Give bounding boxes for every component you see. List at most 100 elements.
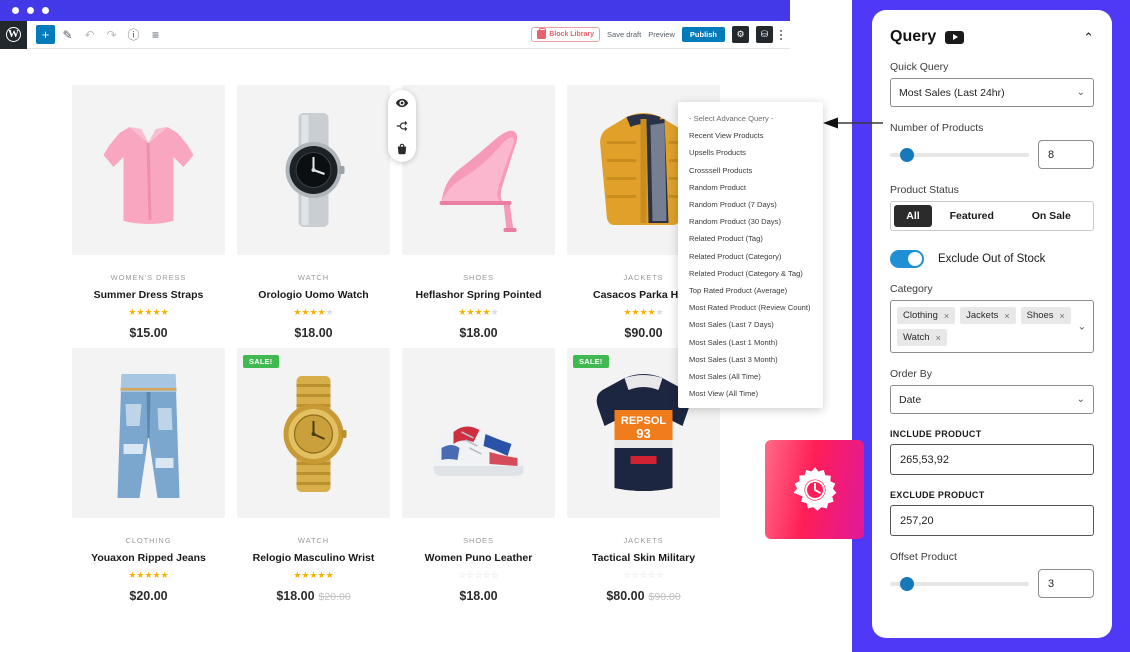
product-card[interactable]: WOMEN'S DRESS Summer Dress Straps ★★★★★ …	[72, 85, 225, 340]
redo-button[interactable]: ↷	[102, 25, 121, 44]
dropdown-option[interactable]: Related Product (Category)	[678, 248, 823, 265]
info-button[interactable]: ⓘ	[124, 25, 143, 44]
pink-heel-image	[403, 85, 554, 255]
dropdown-option[interactable]: Most Sales (Last 7 Days)	[678, 316, 823, 333]
advance-query-dropdown[interactable]: - Select Advance Query - Recent View Pro…	[678, 102, 823, 409]
product-card[interactable]: WATCH Orologio Uomo Watch ★★★★★ $18.00	[237, 85, 416, 340]
product-category: CLOTHING	[125, 536, 172, 545]
chip-remove-icon[interactable]: ×	[936, 333, 941, 343]
window-dot-minimize[interactable]	[27, 7, 34, 14]
price-current: $18.00	[276, 589, 315, 603]
slider-knob[interactable]	[899, 576, 914, 591]
number-of-products-slider[interactable]	[890, 147, 1029, 162]
product-category: WATCH	[297, 273, 330, 282]
slider-knob[interactable]	[899, 147, 914, 162]
status-option-on-sale[interactable]: On Sale	[1012, 210, 1092, 222]
quick-view-eye-icon[interactable]	[395, 96, 409, 110]
chevron-up-icon[interactable]: ⌃	[1083, 31, 1094, 44]
product-name[interactable]: Relogio Masculino Wrist	[237, 552, 390, 564]
category-multiselect[interactable]: Clothing × Jackets × Shoes × Watch × ⌄	[890, 300, 1094, 353]
window-dot-close[interactable]	[12, 7, 19, 14]
number-of-products-input[interactable]: 8	[1038, 140, 1094, 169]
product-category: SHOES	[463, 273, 494, 282]
chevron-down-icon[interactable]: ⌄	[1078, 321, 1086, 332]
dropdown-option[interactable]: Random Product (30 Days)	[678, 213, 823, 230]
edit-pen-button[interactable]: ✎	[58, 25, 77, 44]
product-rating: ★★★★★	[128, 570, 169, 580]
dropdown-option[interactable]: Top Rated Product (Average)	[678, 282, 823, 299]
dropdown-option[interactable]: Most Rated Product (Review Count)	[678, 299, 823, 316]
product-price: $80.00 $90.00	[567, 589, 720, 603]
chip-label: Shoes	[1026, 310, 1054, 321]
product-name[interactable]: Women Puno Leather	[402, 552, 555, 564]
exclude-product-input[interactable]: 257,20	[890, 505, 1094, 536]
product-price: $18.00 $20.00	[237, 589, 390, 603]
offset-product-slider[interactable]	[890, 576, 1029, 591]
save-draft-button[interactable]: Save draft	[607, 30, 641, 39]
dropdown-option[interactable]: Random Product	[678, 179, 823, 196]
settings-gear-icon[interactable]: ⚙	[732, 26, 749, 43]
dropdown-option[interactable]: Random Product (7 Days)	[678, 196, 823, 213]
product-image[interactable]	[402, 85, 555, 255]
product-name[interactable]: Summer Dress Straps	[72, 289, 225, 301]
add-to-cart-basket-icon[interactable]	[395, 142, 409, 156]
sneakers-image	[403, 348, 554, 518]
category-chip[interactable]: Watch ×	[897, 329, 947, 346]
product-category: SHOES	[463, 536, 494, 545]
product-card[interactable]: CLOTHING Youaxon Ripped Jeans ★★★★★ $20.…	[72, 348, 225, 603]
quick-query-select[interactable]: Most Sales (Last 24hr) ⌄	[890, 78, 1094, 107]
dropdown-option[interactable]: Most Sales (Last 3 Month)	[678, 351, 823, 368]
product-card[interactable]: SALE! WATCH Relogio Masculino Wrist ★★★★…	[237, 348, 390, 603]
youtube-play-icon[interactable]	[945, 30, 965, 44]
product-name[interactable]: Tactical Skin Military	[567, 552, 720, 564]
category-chip[interactable]: Jackets ×	[960, 307, 1016, 324]
product-card[interactable]: SHOES Heflashor Spring Pointed ★★★★★ $18…	[402, 85, 555, 340]
preview-button[interactable]: Preview	[648, 30, 675, 39]
dropdown-option[interactable]: Crosssell Products	[678, 162, 823, 179]
dropdown-option[interactable]: Most View (All Time)	[678, 385, 823, 402]
category-chip[interactable]: Shoes ×	[1020, 307, 1071, 324]
compare-shuffle-icon[interactable]	[395, 119, 409, 133]
offset-product-input[interactable]: 3	[1038, 569, 1094, 598]
window-dot-maximize[interactable]	[42, 7, 49, 14]
chip-remove-icon[interactable]: ×	[1004, 311, 1009, 321]
list-view-button[interactable]: ≡	[146, 25, 165, 44]
exclude-out-of-stock-toggle[interactable]	[890, 250, 924, 268]
include-product-label: INCLUDE PRODUCT	[890, 429, 982, 439]
dropdown-option[interactable]: Recent View Products	[678, 127, 823, 144]
cart-icon[interactable]: ⛁	[756, 26, 773, 43]
product-status-label: Product Status	[890, 184, 959, 196]
dropdown-option[interactable]: Most Sales (All Time)	[678, 368, 823, 385]
product-image[interactable]	[72, 348, 225, 518]
block-library-button[interactable]: Block Library	[531, 27, 601, 42]
product-name[interactable]: Youaxon Ripped Jeans	[72, 552, 225, 564]
product-image[interactable]	[237, 85, 390, 255]
undo-button[interactable]: ↶	[80, 25, 99, 44]
dropdown-option[interactable]: Related Product (Tag)	[678, 230, 823, 247]
product-category: WATCH	[297, 536, 330, 545]
status-option-all[interactable]: All	[894, 205, 932, 227]
number-of-products-label: Number of Products	[890, 122, 984, 134]
publish-button[interactable]: Publish	[681, 27, 725, 42]
connector-arrow	[823, 117, 883, 129]
status-option-featured[interactable]: Featured	[932, 210, 1012, 222]
product-card[interactable]: SHOES Women Puno Leather ☆☆☆☆☆ $18.00	[402, 348, 555, 603]
more-options-kebab-icon[interactable]	[780, 29, 782, 41]
product-image[interactable]: SALE!	[237, 348, 390, 518]
include-product-input[interactable]: 265,53,92	[890, 444, 1094, 475]
wordpress-logo-icon[interactable]: W	[0, 20, 27, 49]
dropdown-option[interactable]: - Select Advance Query -	[678, 110, 823, 127]
chip-remove-icon[interactable]: ×	[944, 311, 949, 321]
dropdown-option[interactable]: Most Sales (Last 1 Month)	[678, 333, 823, 350]
gear-clock-widget[interactable]	[765, 440, 864, 539]
dropdown-option[interactable]: Related Product (Category & Tag)	[678, 265, 823, 282]
product-image[interactable]	[402, 348, 555, 518]
dropdown-option[interactable]: Upsells Products	[678, 144, 823, 161]
product-name[interactable]: Orologio Uomo Watch	[237, 289, 390, 301]
category-chip[interactable]: Clothing ×	[897, 307, 956, 324]
product-image[interactable]	[72, 85, 225, 255]
add-block-button[interactable]: +	[36, 25, 55, 44]
chip-remove-icon[interactable]: ×	[1060, 311, 1065, 321]
product-name[interactable]: Heflashor Spring Pointed	[402, 289, 555, 301]
order-by-select[interactable]: Date ⌄	[890, 385, 1094, 414]
